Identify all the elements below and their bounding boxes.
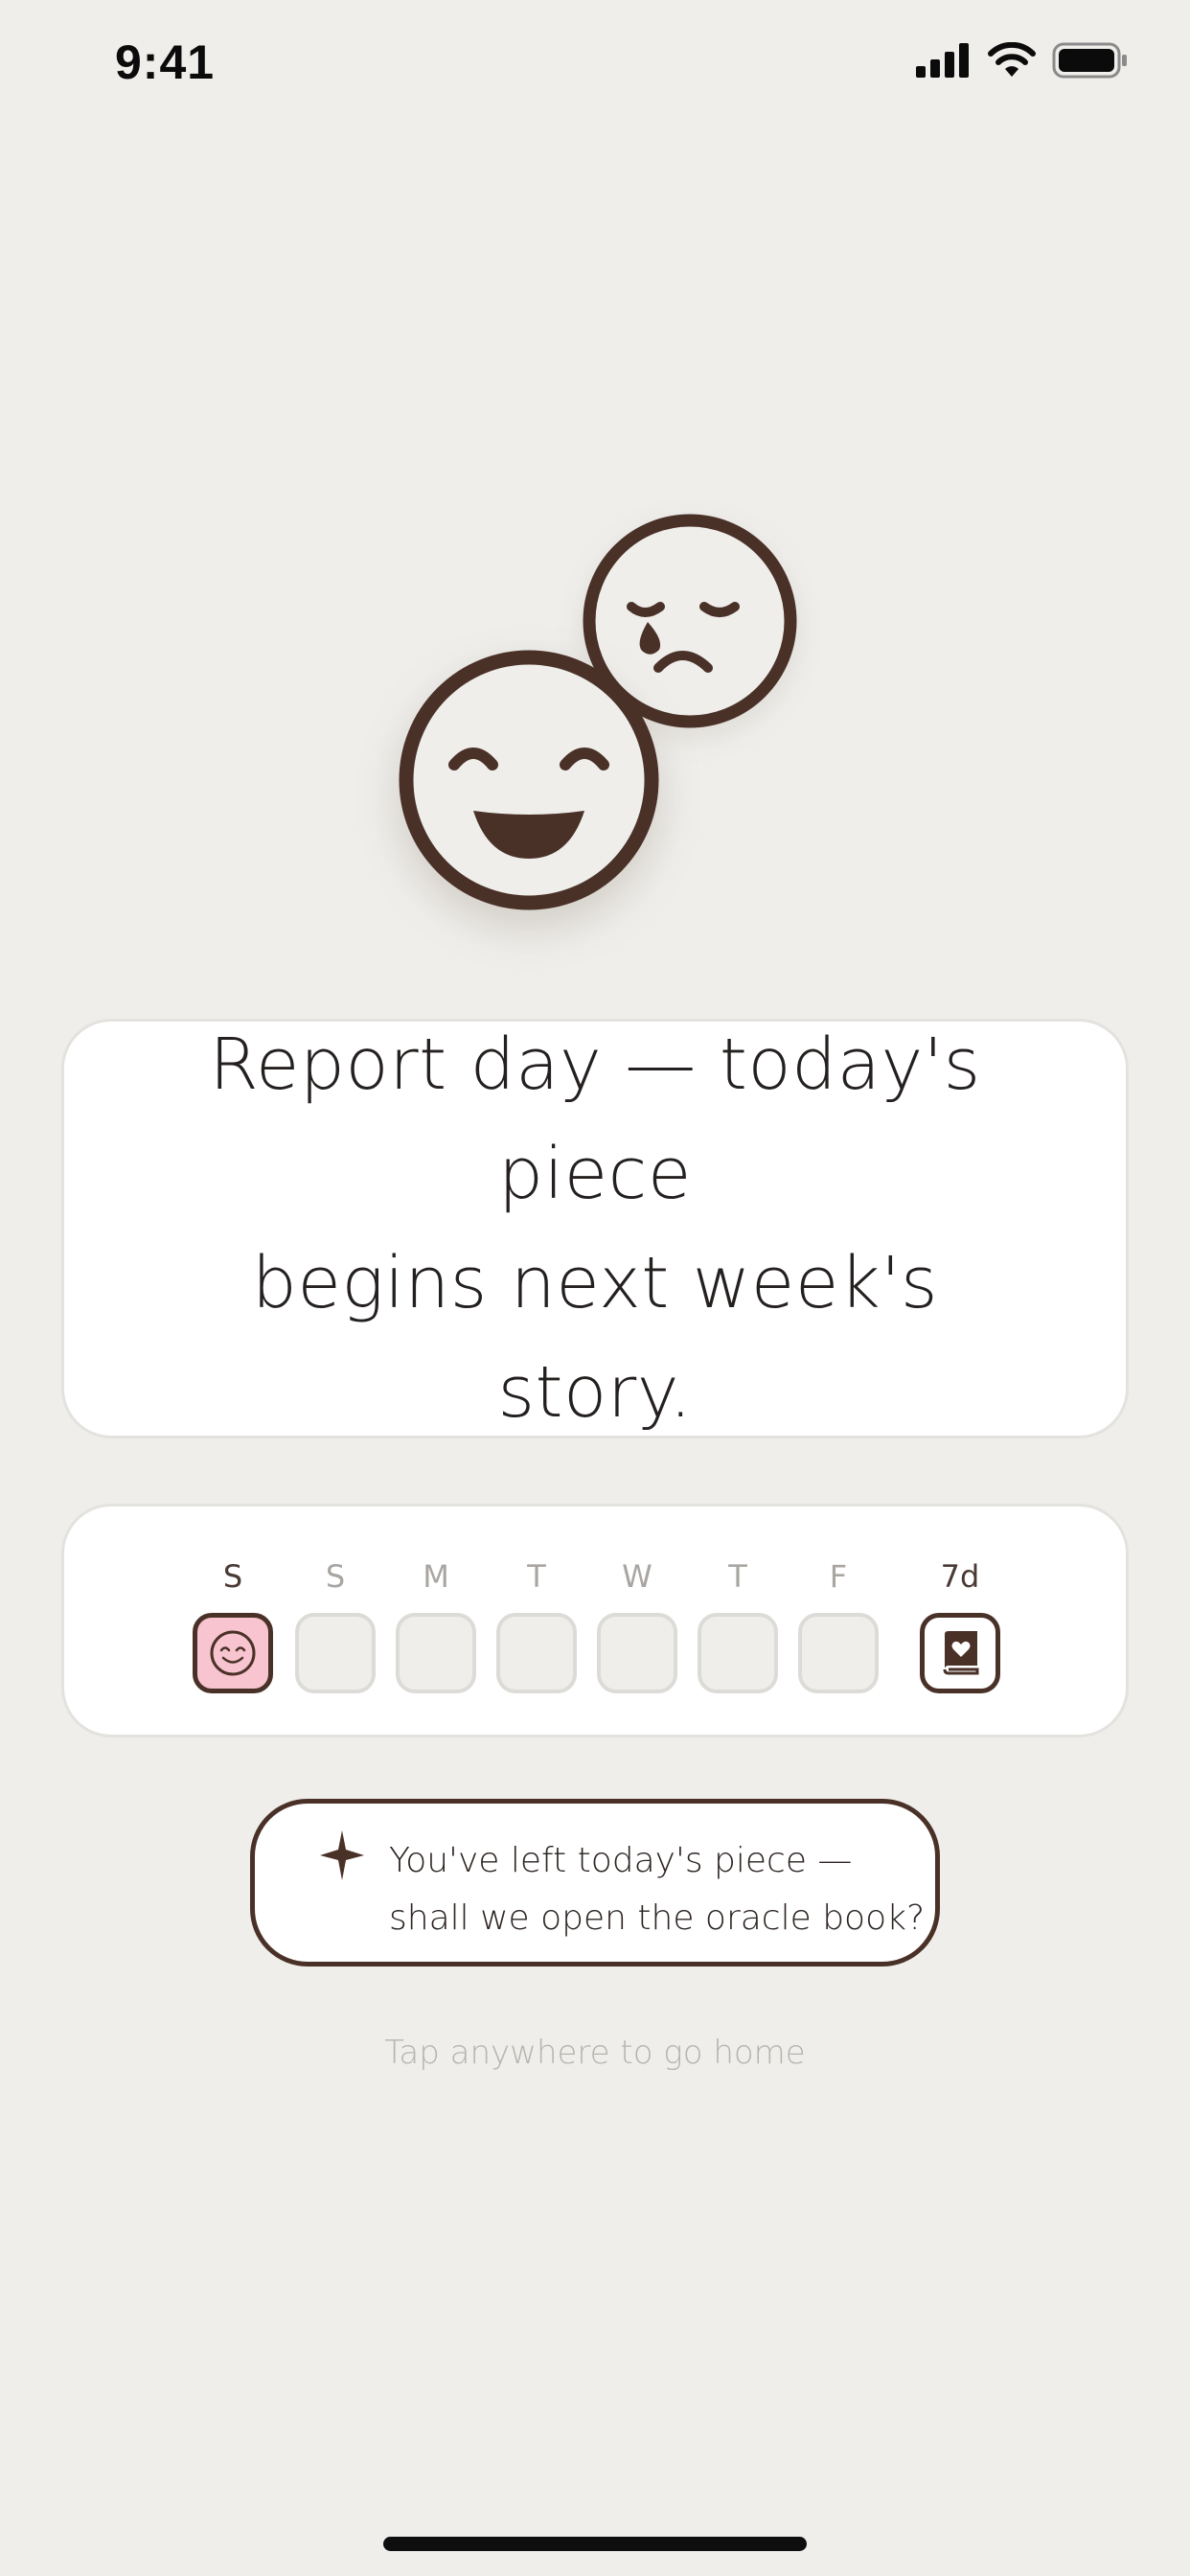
day-box-empty[interactable] bbox=[698, 1613, 778, 1693]
message-card: Report day — today's piece begins next w… bbox=[61, 1019, 1129, 1438]
day-label: M bbox=[423, 1558, 449, 1595]
message-line-2: piece bbox=[498, 1133, 692, 1215]
message-line-3: begins next week's story. bbox=[251, 1242, 939, 1434]
go-home-hint[interactable]: Tap anywhere to go home bbox=[0, 2034, 1190, 2072]
day-box-empty[interactable] bbox=[396, 1613, 476, 1693]
oracle-book-prompt-button[interactable]: You've left today's piece — shall we ope… bbox=[250, 1799, 940, 1966]
day-label: S bbox=[222, 1558, 243, 1595]
home-indicator[interactable] bbox=[383, 2537, 807, 2551]
week-tracker: S S M T W T F 7d bbox=[61, 1504, 1129, 1737]
day-label: F bbox=[829, 1558, 848, 1595]
day-label: T bbox=[728, 1558, 747, 1595]
happy-face-icon bbox=[399, 650, 659, 910]
message-text: Report day — today's piece begins next w… bbox=[164, 1010, 1026, 1447]
day-box-empty[interactable] bbox=[597, 1613, 677, 1693]
smiley-icon bbox=[210, 1630, 256, 1676]
day-label: W bbox=[622, 1558, 652, 1595]
oracle-prompt-text: You've left today's piece — shall we ope… bbox=[389, 1832, 925, 1947]
day-box-empty[interactable] bbox=[798, 1613, 879, 1693]
day-box-empty[interactable] bbox=[295, 1613, 376, 1693]
heart-book-icon bbox=[943, 1631, 979, 1675]
day-box-filled[interactable] bbox=[193, 1613, 273, 1693]
day-label: S bbox=[325, 1558, 346, 1595]
day-box-empty[interactable] bbox=[496, 1613, 577, 1693]
message-line-1: Report day — today's bbox=[209, 1024, 981, 1106]
day-label: T bbox=[527, 1558, 546, 1595]
day-label: 7d bbox=[940, 1558, 980, 1595]
sparkle-star-icon bbox=[320, 1830, 364, 1880]
oracle-line-2: shall we open the oracle book? bbox=[389, 1898, 926, 1938]
oracle-book-box[interactable] bbox=[920, 1613, 1000, 1693]
mood-illustration bbox=[0, 0, 1190, 958]
oracle-line-1: You've left today's piece — bbox=[389, 1841, 853, 1880]
